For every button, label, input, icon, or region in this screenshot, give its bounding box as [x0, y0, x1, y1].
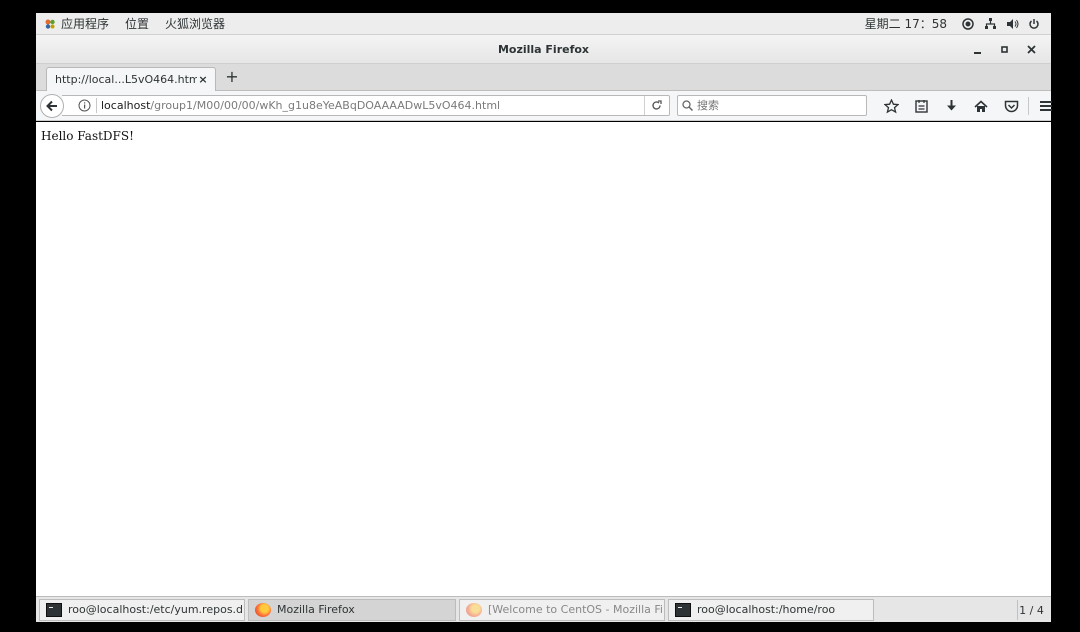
reload-button[interactable] — [644, 96, 668, 115]
applications-label: 应用程序 — [61, 17, 110, 31]
terminal-icon — [675, 602, 691, 617]
applications-menu[interactable]: 应用程序 — [36, 13, 117, 34]
taskbar-item-label: roo@localhost:/home/roo — [697, 603, 836, 616]
search-box[interactable] — [677, 95, 867, 116]
taskbar-item-firefox-centos[interactable]: [Welcome to CentOS - Mozilla Fire··· — [459, 598, 665, 621]
search-input[interactable] — [697, 99, 857, 112]
back-button[interactable] — [40, 94, 64, 118]
pocket-icon[interactable] — [996, 95, 1026, 117]
places-menu[interactable]: 位置 — [117, 13, 157, 34]
record-icon[interactable] — [961, 17, 975, 31]
window-title: Mozilla Firefox — [497, 42, 590, 56]
firefox-icon — [255, 602, 271, 617]
network-icon[interactable] — [983, 17, 997, 31]
taskbar-item-label: [Welcome to CentOS - Mozilla Fire··· — [488, 603, 665, 616]
workspace-pager[interactable]: 1 / 4 — [1017, 600, 1045, 620]
navigation-toolbar: localhost /group1/M00/00/00/wKh_g1u8eYeA… — [36, 91, 1052, 121]
toolbar-separator — [1028, 97, 1029, 115]
new-tab-button[interactable]: + — [222, 68, 242, 88]
firefox-icon — [466, 602, 482, 617]
clock[interactable]: 星期二 17：58 — [865, 15, 947, 32]
tab-strip: http://local...L5vO464.html × + — [36, 64, 1051, 91]
url-host: localhost — [101, 99, 151, 112]
maximize-icon[interactable] — [991, 40, 1018, 60]
home-icon[interactable] — [966, 95, 996, 117]
places-label: 位置 — [125, 17, 150, 31]
taskbar-item-terminal-home[interactable]: roo@localhost:/home/roo — [668, 598, 874, 621]
terminal-icon — [46, 602, 62, 617]
back-arrow-icon — [46, 100, 57, 112]
taskbar-item-terminal-yum[interactable]: roo@localhost:/etc/yum.repos.d — [39, 598, 245, 621]
window-controls — [964, 35, 1045, 64]
volume-icon[interactable] — [1005, 17, 1019, 31]
taskbar-item-firefox[interactable]: Mozilla Firefox — [248, 598, 456, 621]
download-icon[interactable] — [936, 95, 966, 117]
reader-list-icon[interactable] — [906, 95, 936, 117]
window-titlebar[interactable]: Mozilla Firefox — [36, 35, 1051, 64]
search-icon — [682, 100, 693, 111]
bookmark-star-icon[interactable] — [876, 95, 906, 117]
url-bar[interactable]: localhost /group1/M00/00/00/wKh_g1u8eYeA… — [62, 95, 670, 116]
gnome-top-bar: 应用程序 位置 火狐浏览器 星期二 17：58 — [36, 13, 1051, 35]
hamburger-menu-icon[interactable] — [1031, 95, 1061, 117]
tab-fastdfs-page[interactable]: http://local...L5vO464.html × — [46, 67, 216, 91]
applications-icon — [44, 18, 56, 30]
window-list-taskbar: roo@localhost:/etc/yum.repos.d Mozilla F… — [36, 596, 1051, 622]
urlbar-separator — [96, 98, 97, 113]
taskbar-item-label: roo@localhost:/etc/yum.repos.d — [68, 603, 244, 616]
minimize-icon[interactable] — [964, 40, 991, 60]
page-body-text: Hello FastDFS! — [41, 129, 134, 143]
site-info-icon[interactable] — [78, 99, 92, 113]
close-icon[interactable] — [1018, 40, 1045, 60]
firefox-app-label: 火狐浏览器 — [165, 17, 226, 31]
tab-label: http://local...L5vO464.html — [55, 73, 197, 86]
firefox-app-menu[interactable]: 火狐浏览器 — [157, 13, 233, 34]
power-icon[interactable] — [1027, 17, 1041, 31]
url-path: /group1/M00/00/00/wKh_g1u8eYeABqDOAAAADw… — [150, 99, 501, 112]
toolbar-buttons — [876, 95, 1061, 117]
tab-close-icon[interactable]: × — [197, 73, 209, 86]
system-tray[interactable] — [961, 17, 1041, 31]
taskbar-item-label: Mozilla Firefox — [277, 603, 355, 616]
page-content: Hello FastDFS! — [36, 122, 1051, 596]
reload-icon — [652, 100, 662, 110]
